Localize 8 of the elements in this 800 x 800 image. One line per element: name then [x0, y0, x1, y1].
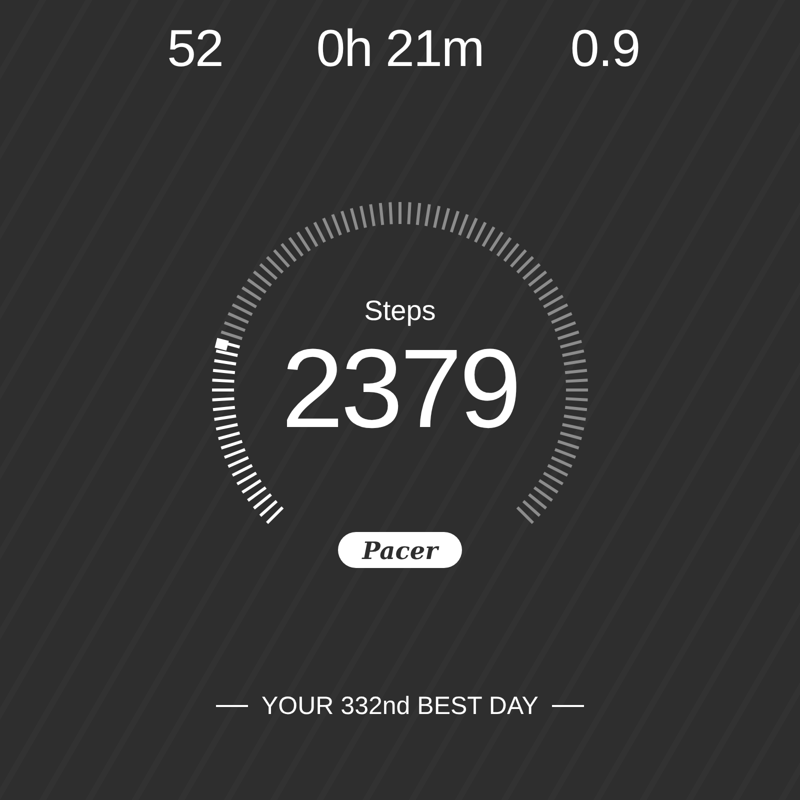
- steps-count: 2379: [281, 334, 519, 444]
- stat-value: 0.9: [570, 20, 640, 78]
- steps-label: Steps: [364, 294, 436, 328]
- progress-marker: [214, 338, 229, 351]
- stat-value: 52: [167, 20, 223, 78]
- stat-value: 0h 21m: [316, 20, 484, 78]
- best-day-text: YOUR 332nd BEST DAY: [262, 691, 538, 722]
- logo: Pacer: [338, 532, 462, 568]
